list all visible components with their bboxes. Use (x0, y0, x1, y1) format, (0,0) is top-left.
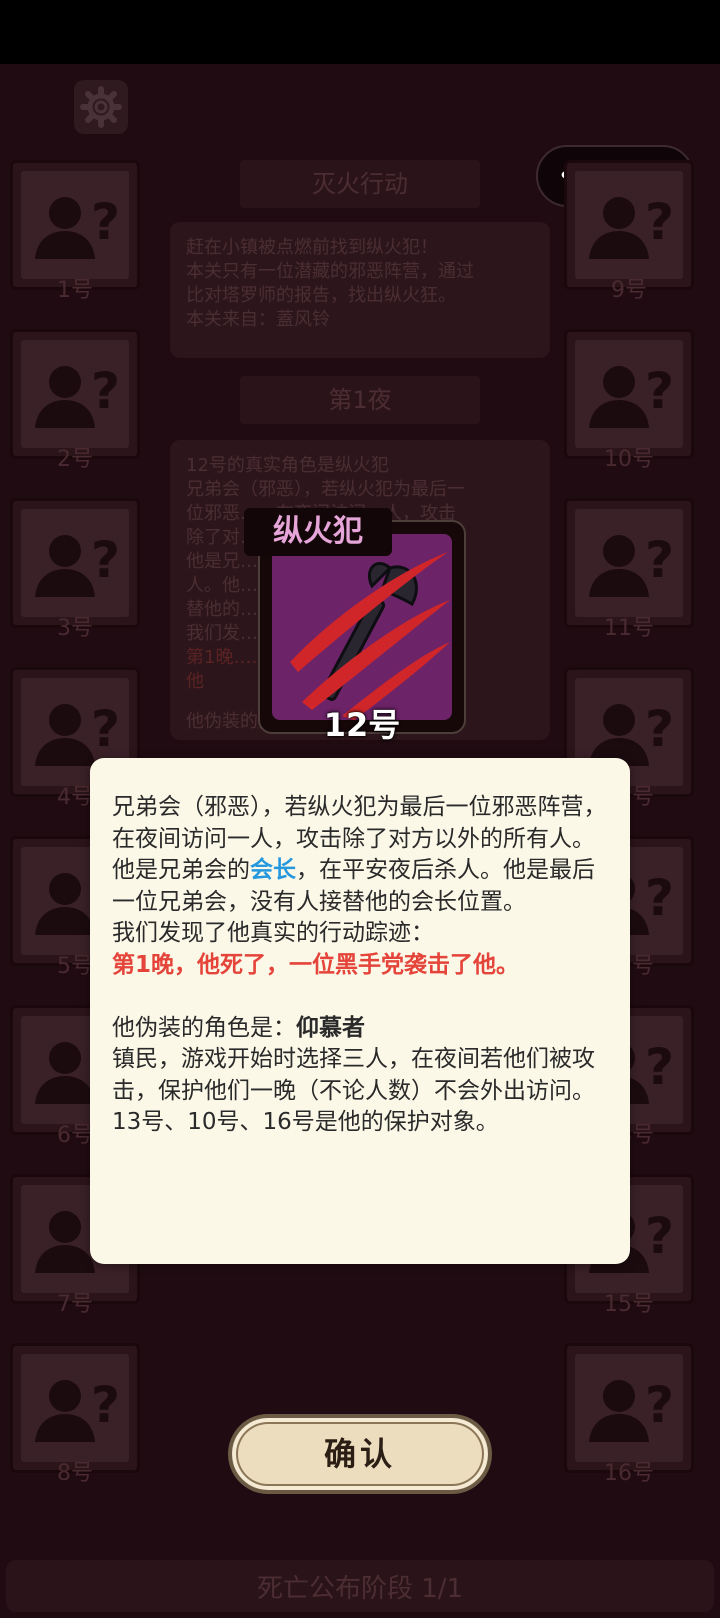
level-title: 灭火行动 (240, 160, 480, 208)
role-info-text: 兄弟会（邪恶），若纵火犯为最后一位邪恶阵营，在夜间访问一人，攻击除了对方以外的所… (112, 792, 612, 1139)
svg-text:?: ? (91, 531, 120, 589)
player-slot[interactable]: ? (10, 160, 140, 290)
protection-targets: 13号、10号、16号是他的保护对象。 (112, 1109, 499, 1135)
status-bar (0, 0, 720, 64)
axe-claw-marks-icon (290, 552, 450, 720)
leader-desc-pre: 他是兄弟会的 (112, 857, 250, 883)
svg-text:?: ? (645, 1038, 674, 1096)
svg-text:?: ? (91, 700, 120, 758)
night-log-line: 12号的真实角色是纵火犯 (186, 455, 389, 476)
gear-icon (80, 86, 122, 128)
player-slot[interactable]: ? (564, 498, 694, 628)
player-slot[interactable]: ? (10, 329, 140, 459)
player-number: 8号 (57, 1461, 93, 1486)
svg-text:?: ? (91, 193, 120, 251)
player-slot[interactable]: ? (564, 1343, 694, 1473)
level-desc-line: 赶在小镇被点燃前找到纵火犯！ (186, 237, 438, 258)
level-desc-line: 比对塔罗师的报告，找出纵火狂。 (186, 285, 456, 306)
svg-text:?: ? (645, 1207, 674, 1265)
player-number: 9号 (611, 278, 647, 303)
player-number: 3号 (57, 616, 93, 641)
svg-text:?: ? (645, 869, 674, 927)
svg-text:?: ? (645, 700, 674, 758)
player-slot[interactable]: ? (564, 329, 694, 459)
leader-highlight[interactable]: 会长 (250, 857, 296, 883)
svg-text:?: ? (645, 531, 674, 589)
player-slot[interactable]: ? (10, 1343, 140, 1473)
player-number: 15号 (604, 1292, 654, 1317)
unknown-player-icon: ? (589, 362, 674, 428)
night-log-line: 兄弟会（邪恶），若纵火犯为最后一 (186, 479, 465, 500)
unknown-player-icon: ? (589, 1376, 674, 1442)
unknown-player-icon: ? (35, 531, 120, 597)
svg-text:?: ? (645, 362, 674, 420)
player-number: 7号 (57, 1292, 93, 1317)
unknown-player-icon: ? (589, 531, 674, 597)
role-info-popup: 兄弟会（邪恶），若纵火犯为最后一位邪恶阵营，在夜间访问一人，攻击除了对方以外的所… (90, 758, 630, 1264)
confirm-button[interactable]: 确认 (228, 1414, 492, 1494)
disguise-description: 镇民，游戏开始时选择三人，在夜间若他们被攻击，保护他们一晚（不论人数）不会外出访… (112, 1046, 595, 1104)
leader-description: 他是兄弟会的会长，在平安夜后杀人。他是最后一位兄弟会，没有人接替他的会长位置。 (112, 855, 612, 918)
player-number: 11号 (604, 616, 654, 641)
unknown-player-icon: ? (35, 362, 120, 428)
disguise-line: 他伪装的角色是：仰慕者 (112, 1013, 612, 1045)
faction-description: 兄弟会（邪恶），若纵火犯为最后一位邪恶阵营，在夜间访问一人，攻击除了对方以外的所… (112, 794, 607, 852)
svg-text:?: ? (91, 1376, 120, 1434)
level-desc-line: 本关来自：蓋风铃 (186, 309, 330, 330)
night-title: 第1夜 (240, 376, 480, 424)
level-description-panel: 赶在小镇被点燃前找到纵火犯！ 本关只有一位潜藏的邪恶阵营，通过 比对塔罗师的报告… (170, 222, 550, 358)
player-slot[interactable]: ? (10, 498, 140, 628)
svg-text:?: ? (645, 193, 674, 251)
phase-indicator: 死亡公布阶段 1/1 (6, 1560, 714, 1612)
player-slot[interactable]: ? (564, 160, 694, 290)
night-event-alert: 第1晚，他死了，一位黑手党袭击了他。 (112, 951, 520, 978)
svg-text:?: ? (645, 1376, 674, 1434)
role-name-badge: 纵火犯 (244, 508, 392, 556)
player-number: 10号 (604, 447, 654, 472)
unknown-player-icon: ? (589, 193, 674, 259)
svg-text:?: ? (91, 362, 120, 420)
player-number: 2号 (57, 447, 93, 472)
action-trace-label: 我们发现了他真实的行动踪迹： (112, 920, 434, 946)
player-number-label: 12号 (323, 706, 401, 744)
player-number: 1号 (57, 278, 93, 303)
settings-button[interactable] (74, 80, 128, 134)
unknown-player-icon: ? (35, 193, 120, 259)
player-number: 16号 (604, 1461, 654, 1486)
card-art (272, 534, 452, 720)
unknown-player-icon: ? (35, 1376, 120, 1442)
disguise-label: 他伪装的角色是： (112, 1014, 296, 1041)
disguise-role: 仰慕者 (296, 1014, 365, 1041)
level-desc-line: 本关只有一位潜藏的邪恶阵营，通过 (186, 261, 474, 282)
